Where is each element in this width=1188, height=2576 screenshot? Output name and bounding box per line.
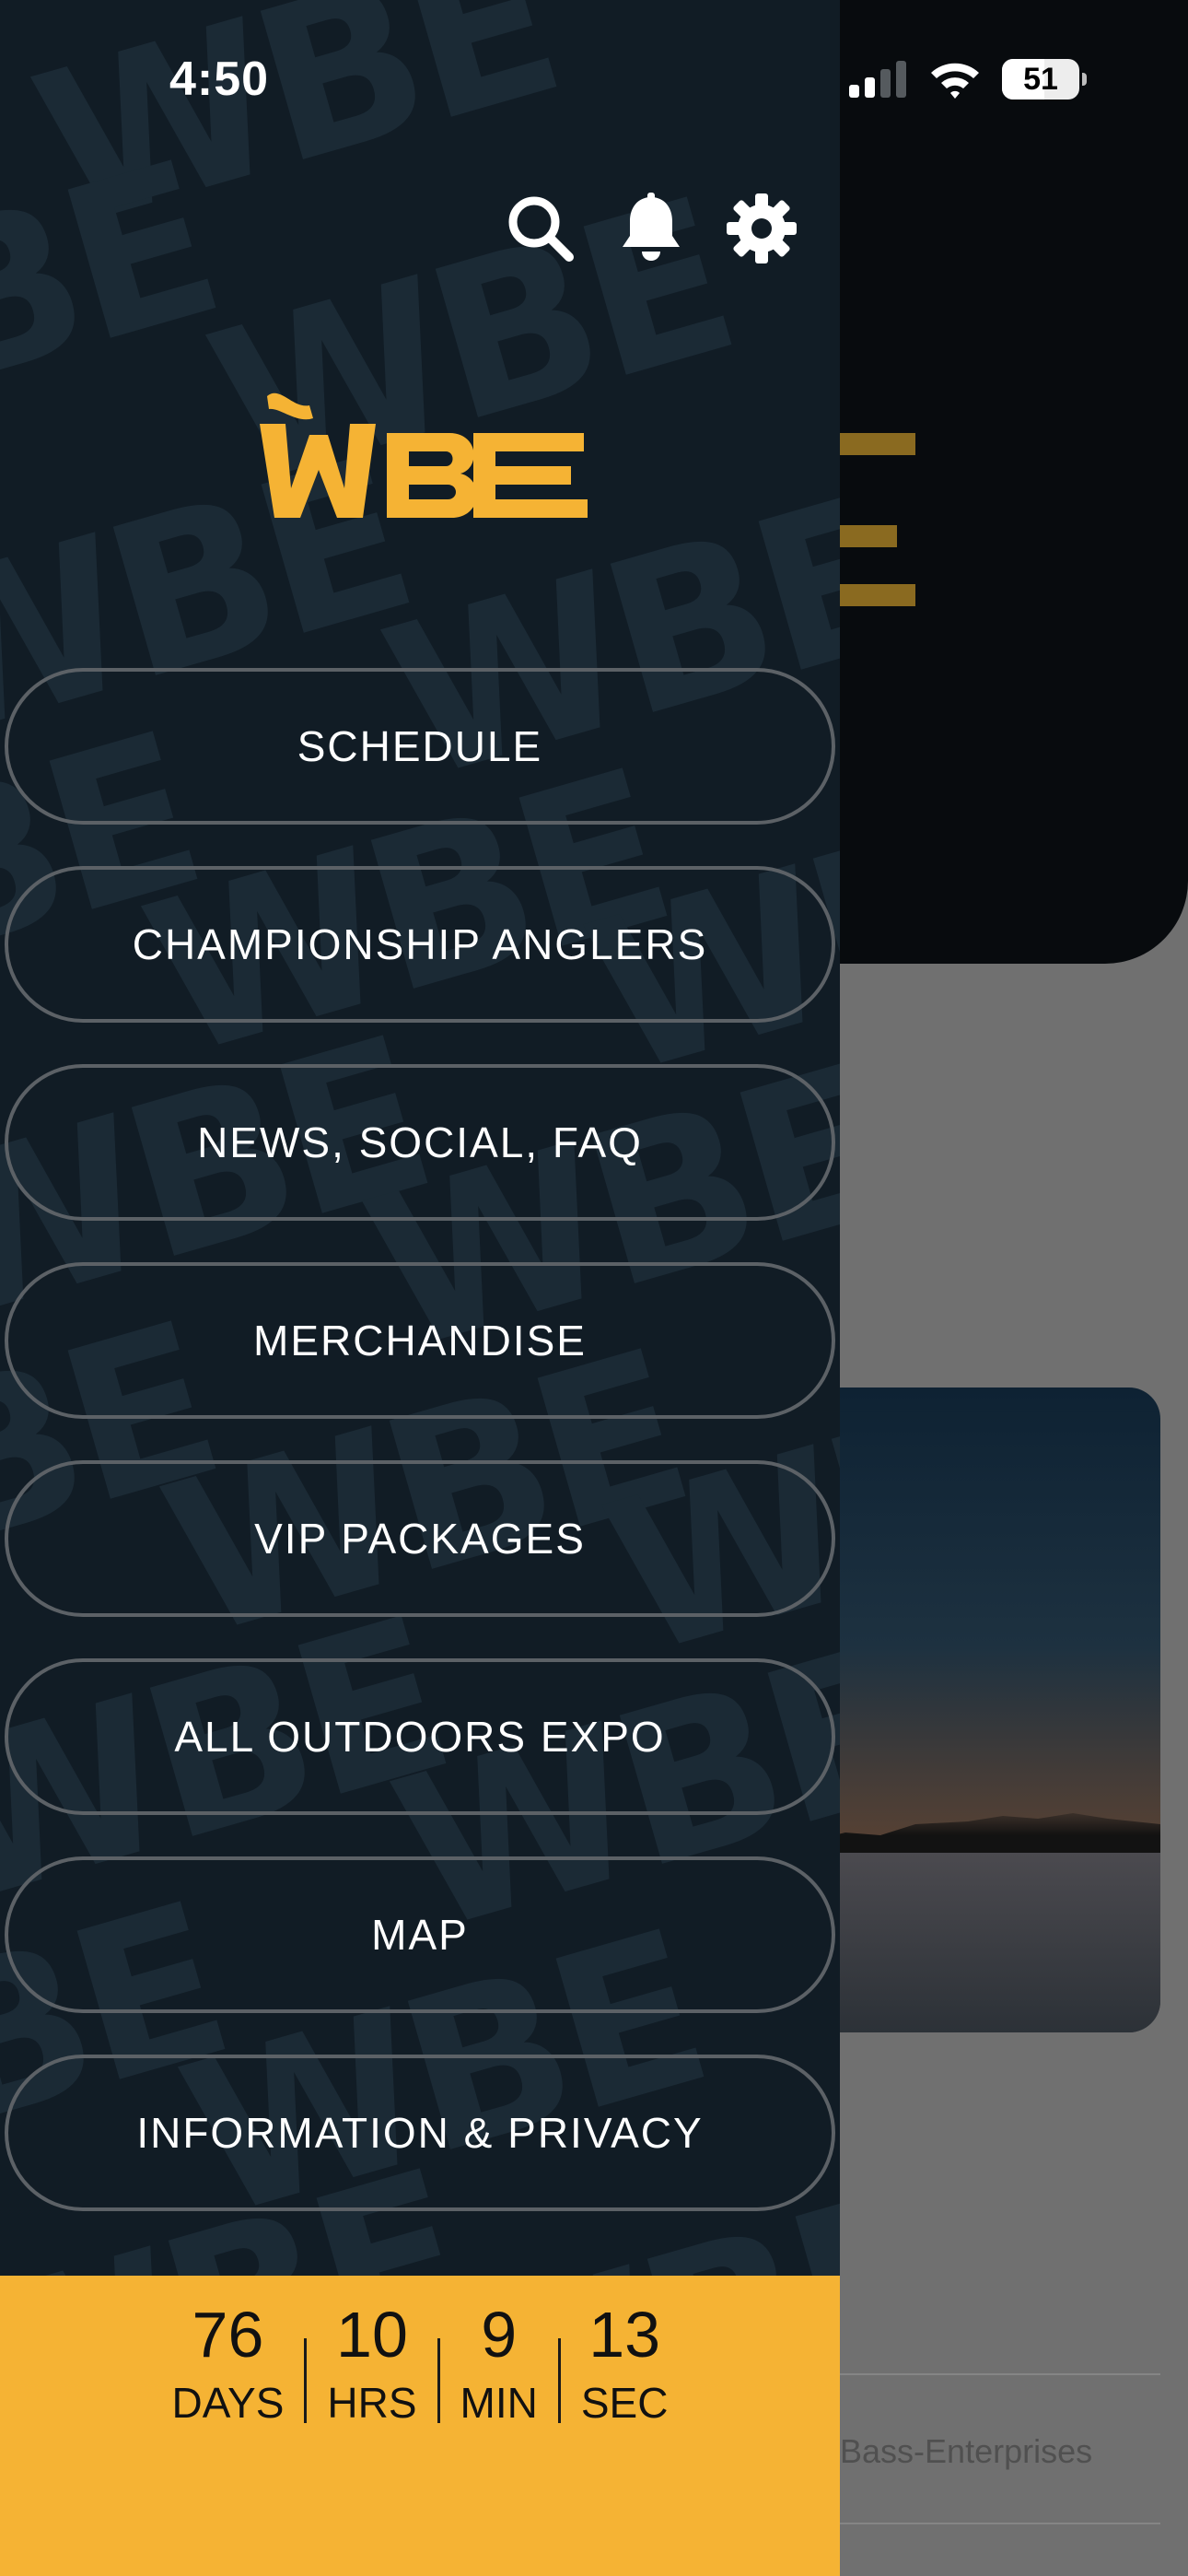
menu-item-championship-anglers[interactable]: CHAMPIONSHIP ANGLERS [5,866,835,1023]
background-photo-card[interactable] [810,1388,1160,2032]
countdown-hours: 10 HRS [307,2296,437,2430]
wifi-icon [931,63,979,99]
status-bar: 4:50 51 [0,0,1188,157]
status-time: 4:50 [169,53,270,106]
search-icon [508,196,574,262]
drawer-menu: SCHEDULE CHAMPIONSHIP ANGLERS NEWS, SOCI… [5,668,839,2253]
countdown-seconds-label: SEC [580,2379,669,2427]
menu-item-news-social-faq[interactable]: NEWS, SOCIAL, FAQ [5,1064,835,1221]
wbe-logo [249,378,599,553]
settings-button[interactable] [725,192,798,265]
battery-icon: 51 [1002,59,1087,100]
background-logo-fragment [840,584,915,606]
gear-icon [727,193,797,263]
countdown-minutes: 9 MIN [440,2296,558,2430]
background-link[interactable]: d-Bass-Enterprises [810,2432,1188,2471]
search-button[interactable] [504,192,577,265]
countdown-seconds: 13 SEC [561,2296,689,2430]
cellular-signal-icon [849,61,906,98]
countdown-minutes-label: MIN [460,2379,538,2427]
event-countdown: 76 DAYS 10 HRS 9 MIN 13 SEC [0,2276,840,2576]
countdown-days-label: DAYS [171,2379,285,2427]
menu-item-information-privacy[interactable]: INFORMATION & PRIVACY [5,2055,835,2211]
countdown-days: 76 DAYS [152,2296,305,2430]
menu-item-all-outdoors-expo[interactable]: ALL OUTDOORS EXPO [5,1658,835,1815]
tree-silhouette [810,1813,1160,1857]
countdown-hours-label: HRS [327,2379,417,2427]
menu-item-schedule[interactable]: SCHEDULE [5,668,835,825]
lake-water [810,1853,1160,2032]
countdown-minutes-value: 9 [481,2299,518,2371]
drawer-top-actions [504,192,798,265]
status-icons: 51 [847,59,1087,100]
divider [810,2523,1160,2524]
countdown-seconds-value: 13 [588,2299,661,2371]
menu-item-map[interactable]: MAP [5,1856,835,2013]
background-logo-fragment [840,433,915,455]
menu-item-vip-packages[interactable]: VIP PACKAGES [5,1460,835,1617]
divider [810,2373,1160,2375]
battery-level: 51 [1023,61,1058,97]
notifications-button[interactable] [614,192,688,265]
menu-item-merchandise[interactable]: MERCHANDISE [5,1262,835,1419]
background-logo-fragment [840,525,897,547]
countdown-hours-value: 10 [336,2299,408,2371]
navigation-drawer: WBE WBE WBE WBE WBE WBE WBE WBE WBE WBE … [0,0,840,2576]
countdown-days-value: 76 [192,2299,264,2371]
bell-icon [623,193,680,261]
